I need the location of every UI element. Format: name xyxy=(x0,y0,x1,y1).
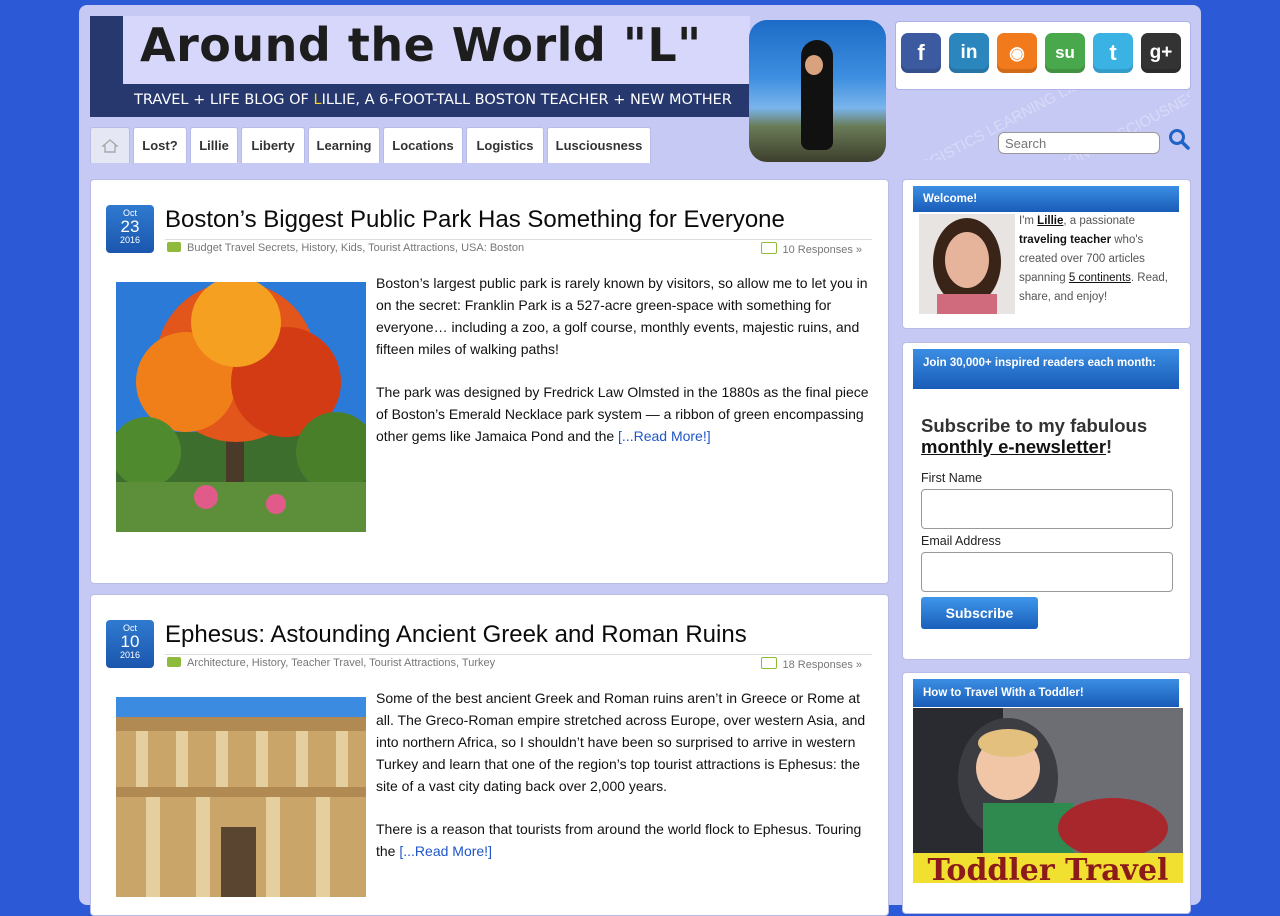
site-header-banner[interactable]: Around the World "L" TRAVEL + LIFE BLOG … xyxy=(90,16,750,117)
folder-icon xyxy=(167,657,181,667)
stumbleupon-icon[interactable]: su xyxy=(1045,33,1085,73)
banner-left-bar xyxy=(90,16,123,117)
read-more-link[interactable]: [...Read More!] xyxy=(618,428,711,444)
nav-item-lost[interactable]: Lost? xyxy=(133,127,187,163)
widget-heading: How to Travel With a Toddler! xyxy=(913,679,1179,707)
post-title-divider xyxy=(165,239,872,240)
post-title[interactable]: Ephesus: Astounding Ancient Greek and Ro… xyxy=(165,621,747,649)
widget-heading: Join 30,000+ inspired readers each month… xyxy=(913,349,1179,389)
nav-item-liberty[interactable]: Liberty xyxy=(241,127,305,163)
post-card: Oct 10 2016 Ephesus: Astounding Ancient … xyxy=(90,594,889,916)
email-field[interactable] xyxy=(921,552,1173,592)
home-tab[interactable] xyxy=(90,127,130,163)
googleplus-icon[interactable]: g+ xyxy=(1141,33,1181,73)
welcome-text: I'm Lillie, a passionate traveling teach… xyxy=(1019,215,1168,303)
site-title[interactable]: Around the World "L" xyxy=(140,18,702,72)
first-name-label: First Name xyxy=(921,471,983,485)
newsletter-widget: Join 30,000+ inspired readers each month… xyxy=(902,342,1191,660)
nav-item-lusciousness[interactable]: Lusciousness xyxy=(547,127,651,163)
header-photo xyxy=(749,20,886,162)
post-excerpt-paragraph: There is a reason that tourists from aro… xyxy=(376,821,862,859)
post-categories[interactable]: Budget Travel Secrets, History, Kids, To… xyxy=(167,242,524,254)
first-name-field[interactable] xyxy=(921,489,1173,529)
welcome-widget: Welcome! I'm Lillie, a passionate travel… xyxy=(902,179,1191,329)
traveling-teacher-text: traveling teacher xyxy=(1019,234,1112,246)
toddler-banner-text: Toddler Travel xyxy=(927,853,1169,883)
post-date-day: 23 xyxy=(120,217,140,236)
post-date-badge: Oct 10 2016 xyxy=(106,620,154,668)
nav-item-locations[interactable]: Locations xyxy=(383,127,463,163)
author-avatar[interactable] xyxy=(919,214,1015,314)
search-icon[interactable] xyxy=(1168,128,1190,150)
nav-item-lillie[interactable]: Lillie xyxy=(190,127,238,163)
post-thumbnail-autumn-tree[interactable] xyxy=(116,282,366,532)
toddler-widget: How to Travel With a Toddler! Toddler Tr… xyxy=(902,672,1191,914)
post-thumbnail-ephesus[interactable] xyxy=(116,697,366,897)
toddler-travel-banner[interactable]: Toddler Travel xyxy=(913,708,1183,883)
newsletter-title: Subscribe to my fabulous monthly e-newsl… xyxy=(921,415,1148,457)
comment-icon xyxy=(760,657,777,669)
email-label: Email Address xyxy=(921,534,1001,548)
post-title-divider xyxy=(165,654,872,655)
post-excerpt-paragraph: Some of the best ancient Greek and Roman… xyxy=(376,690,866,794)
post-date-year: 2016 xyxy=(119,235,141,245)
post-excerpt-paragraph: Boston’s largest public park is rarely k… xyxy=(376,275,868,357)
post-excerpt-paragraph: The park was designed by Fredrick Law Ol… xyxy=(376,384,869,444)
continents-link[interactable]: 5 continents xyxy=(1069,272,1131,284)
post-categories[interactable]: Architecture, History, Teacher Travel, T… xyxy=(167,657,495,669)
post-responses-link[interactable]: 10 Responses » xyxy=(760,242,862,256)
author-name-link[interactable]: Lillie xyxy=(1037,215,1063,227)
search-input[interactable] xyxy=(998,132,1160,154)
post-excerpt: Some of the best ancient Greek and Roman… xyxy=(376,687,872,883)
widget-heading: Welcome! xyxy=(913,186,1179,212)
comment-icon xyxy=(760,242,777,254)
site-tagline: TRAVEL + LIFE BLOG OF LILLIE, A 6-FOOT-T… xyxy=(134,92,732,108)
nav-item-learning[interactable]: Learning xyxy=(308,127,380,163)
nav-item-logistics[interactable]: Logistics xyxy=(466,127,544,163)
twitter-icon[interactable]: t xyxy=(1093,33,1133,73)
facebook-icon[interactable]: f xyxy=(901,33,941,73)
post-responses-link[interactable]: 18 Responses » xyxy=(760,657,862,671)
rss-icon[interactable]: ◉ xyxy=(997,33,1037,73)
post-title[interactable]: Boston’s Biggest Public Park Has Somethi… xyxy=(165,206,785,234)
photo-person-head xyxy=(805,55,823,75)
read-more-link[interactable]: [...Read More!] xyxy=(399,843,492,859)
social-icons-box: f in ◉ su t g+ xyxy=(895,21,1191,90)
home-icon xyxy=(102,138,118,153)
post-excerpt: Boston’s largest public park is rarely k… xyxy=(376,272,872,468)
newsletter-link[interactable]: monthly e-newsletter xyxy=(921,436,1106,457)
subscribe-button[interactable]: Subscribe xyxy=(921,597,1038,629)
linkedin-icon[interactable]: in xyxy=(949,33,989,73)
post-card: Oct 23 2016 Boston’s Biggest Public Park… xyxy=(90,179,889,584)
post-date-badge: Oct 23 2016 xyxy=(106,205,154,253)
post-date-year: 2016 xyxy=(119,650,141,660)
post-date-day: 10 xyxy=(120,632,140,651)
folder-icon xyxy=(167,242,181,252)
